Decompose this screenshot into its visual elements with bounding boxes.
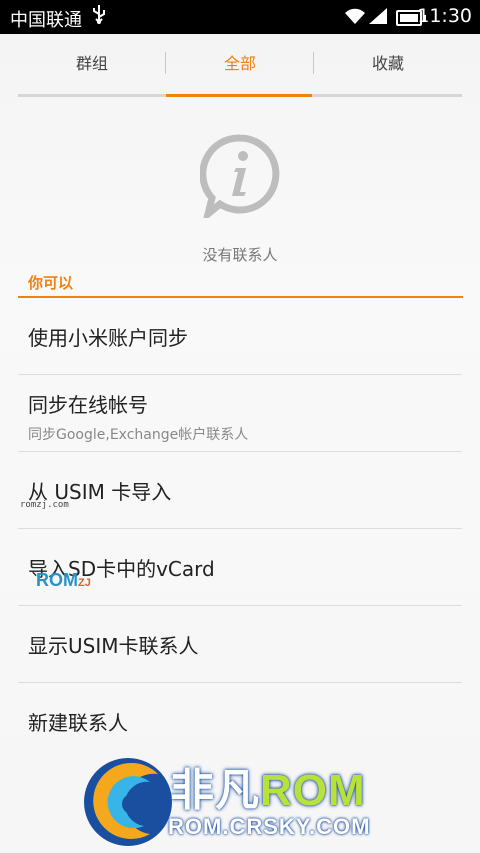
watermark-logo: 非凡ROM ROM.CRSKY.COM <box>80 754 420 850</box>
signal-icon <box>368 7 388 29</box>
action-label: 使用小米账户同步 <box>28 326 188 350</box>
usb-icon <box>92 4 106 29</box>
empty-state-text: 没有联系人 <box>202 246 278 264</box>
action-label: 新建联系人 <box>28 711 128 735</box>
action-sync-online-account[interactable]: 同步在线帐号 同步Google,Exchange帐户联系人 <box>18 375 462 452</box>
action-list: 使用小米账户同步 同步在线帐号 同步Google,Exchange帐户联系人 从… <box>18 298 462 759</box>
section-title: 你可以 <box>28 274 74 292</box>
brand-rom-text: ROM <box>260 766 366 815</box>
tab-all[interactable]: 全部 <box>166 34 314 98</box>
tab-favorites[interactable]: 收藏 <box>314 34 462 98</box>
info-bubble-icon <box>199 134 280 224</box>
clock: 11:30 <box>417 5 472 27</box>
wifi-icon <box>344 7 366 29</box>
action-sync-mi-account[interactable]: 使用小米账户同步 <box>18 298 462 375</box>
watermark-brand: 非凡ROM <box>170 754 366 818</box>
action-import-vcard[interactable]: 导入SD卡中的vCard <box>18 529 462 606</box>
brand-cn-text: 非凡 <box>170 766 260 815</box>
watermark-rom-text: ROM <box>36 570 78 590</box>
tab-bar: 群组 全部 收藏 <box>18 34 462 98</box>
tab-groups[interactable]: 群组 <box>18 34 166 98</box>
action-sublabel: 同步Google,Exchange帐户联系人 <box>28 427 249 443</box>
action-label: 显示USIM卡联系人 <box>28 634 199 658</box>
carrier-name: 中国联通 <box>10 10 82 31</box>
status-bar: 中国联通 11:30 <box>0 0 480 34</box>
contacts-app: 群组 全部 收藏 没有联系人 你可以 使用小米账户同步 同步在线帐号 同步Goo… <box>0 34 480 853</box>
swirl-logo-icon <box>84 758 172 846</box>
action-new-contact[interactable]: 新建联系人 <box>18 683 462 759</box>
watermark-zj-text: ZJ <box>78 577 91 589</box>
tab-indicator <box>166 94 312 97</box>
watermark-small: romzj.com <box>20 500 69 510</box>
watermark-url: ROM.CRSKY.COM <box>168 814 371 839</box>
action-label: 同步在线帐号 <box>28 393 148 417</box>
watermark-romzj: ROMZJ <box>36 570 91 591</box>
action-import-usim[interactable]: 从 USIM 卡导入 <box>18 452 462 529</box>
action-show-usim-contacts[interactable]: 显示USIM卡联系人 <box>18 606 462 683</box>
